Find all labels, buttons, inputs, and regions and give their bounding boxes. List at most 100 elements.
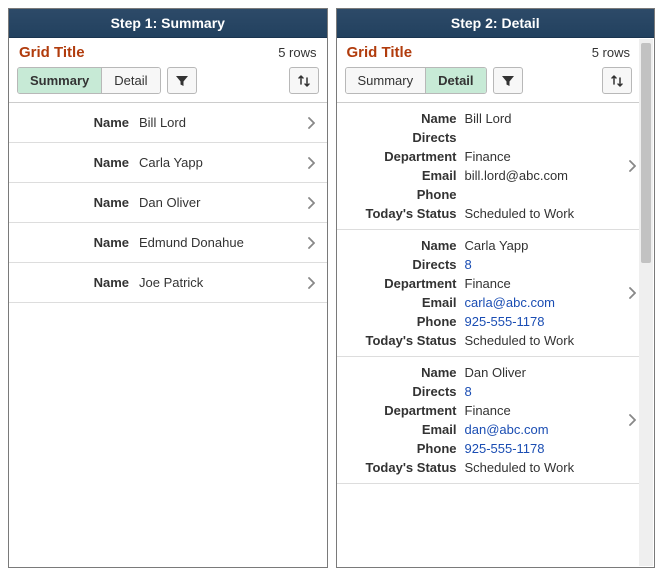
field: Emailcarla@abc.com [337,293,627,312]
field: Phone925-555-1178 [337,439,627,458]
field-label-email: Email [337,295,465,310]
field: Today's StatusScheduled to Work [337,204,627,223]
view-toggle: Summary Detail [17,67,161,94]
field-value-phone[interactable]: 925-555-1178 [465,314,627,329]
field-value-email: bill.lord@abc.com [465,168,627,183]
list-item[interactable]: NameCarla YappDirects8DepartmentFinanceE… [337,230,641,357]
list-item[interactable]: NameCarla Yapp [9,143,327,183]
field: DepartmentFinance [337,401,627,420]
detail-fields: NameBill LordDirectsDepartmentFinanceEma… [337,109,627,223]
chevron-right-icon [305,117,317,129]
row-count: 5 rows [278,45,316,60]
list-item[interactable]: NameEdmund Donahue [9,223,327,263]
field-label-phone: Phone [337,441,465,456]
summary-list: NameBill LordNameCarla YappNameDan Olive… [9,103,327,567]
field-value-status: Scheduled to Work [465,333,627,348]
field-label-directs: Directs [337,130,465,145]
list-item[interactable]: NameBill Lord [9,103,327,143]
field-label-name: Name [19,195,139,210]
scrollbar-thumb[interactable] [641,43,651,263]
list-item[interactable]: NameBill LordDirectsDepartmentFinanceEma… [337,103,641,230]
field: Phone925-555-1178 [337,312,627,331]
chevron-right-icon [305,157,317,169]
tab-detail[interactable]: Detail [425,68,485,93]
toolbar: Summary Detail [9,63,327,103]
field-label-status: Today's Status [337,333,465,348]
row-count: 5 rows [592,45,630,60]
field-value-directs[interactable]: 8 [465,384,627,399]
field: Directs8 [337,255,627,274]
detail-list: NameBill LordDirectsDepartmentFinanceEma… [337,103,641,567]
field-value-directs[interactable]: 8 [465,257,627,272]
sort-icon [610,74,624,88]
field: Today's StatusScheduled to Work [337,331,627,350]
field-label-name: Name [19,235,139,250]
panel-summary-header: Step 1: Summary [9,9,327,38]
field-value-name: Bill Lord [465,111,627,126]
field-value-name: Carla Yapp [465,238,627,253]
field-value-department: Finance [465,276,627,291]
chevron-right-icon [305,277,317,289]
field: DepartmentFinance [337,147,627,166]
field-label-name: Name [337,111,465,126]
sort-icon [297,74,311,88]
field-value-name: Joe Patrick [139,275,305,290]
field: Phone [337,185,627,204]
filter-button[interactable] [167,67,197,94]
scrollbar[interactable] [639,39,653,566]
chevron-right-icon [305,237,317,249]
field-label-status: Today's Status [337,206,465,221]
field-value-name: Edmund Donahue [139,235,305,250]
sort-button[interactable] [289,67,319,94]
field-value-phone[interactable]: 925-555-1178 [465,441,627,456]
field-value-name: Carla Yapp [139,155,305,170]
grid-title: Grid Title [347,44,413,61]
panel-detail-header: Step 2: Detail [337,9,655,38]
field-value-name: Dan Oliver [465,365,627,380]
panel-detail: Step 2: Detail Grid Title 5 rows Summary… [336,8,656,568]
list-item[interactable]: NameJoe Patrick [9,263,327,303]
field: DepartmentFinance [337,274,627,293]
toolbar: Summary Detail [337,63,641,103]
field-label-email: Email [337,422,465,437]
field-label-department: Department [337,149,465,164]
filter-icon [501,74,515,88]
field-value-status: Scheduled to Work [465,206,627,221]
field: NameCarla Yapp [337,236,627,255]
list-item[interactable]: NameDan OliverDirects8DepartmentFinanceE… [337,357,641,484]
filter-icon [175,74,189,88]
field: Directs8 [337,382,627,401]
field: Emaildan@abc.com [337,420,627,439]
chevron-right-icon [626,160,638,172]
sort-button[interactable] [602,67,632,94]
field: NameBill Lord [337,109,627,128]
subheader: Grid Title 5 rows [337,38,641,63]
tab-summary[interactable]: Summary [18,68,101,93]
field-value-department: Finance [465,403,627,418]
field-label-directs: Directs [337,257,465,272]
field-label-name: Name [19,155,139,170]
field-label-department: Department [337,403,465,418]
field-value-name: Bill Lord [139,115,305,130]
detail-fields: NameCarla YappDirects8DepartmentFinanceE… [337,236,627,350]
field-value-email[interactable]: carla@abc.com [465,295,627,310]
field: Today's StatusScheduled to Work [337,458,627,477]
list-item[interactable]: NameDan Oliver [9,183,327,223]
field-label-name: Name [337,365,465,380]
tab-detail[interactable]: Detail [101,68,159,93]
detail-fields: NameDan OliverDirects8DepartmentFinanceE… [337,363,627,477]
field-label-phone: Phone [337,314,465,329]
field-value-email[interactable]: dan@abc.com [465,422,627,437]
field-label-phone: Phone [337,187,465,202]
field: NameDan Oliver [337,363,627,382]
panel-summary: Step 1: Summary Grid Title 5 rows Summar… [8,8,328,568]
filter-button[interactable] [493,67,523,94]
field: Directs [337,128,627,147]
subheader: Grid Title 5 rows [9,38,327,63]
field-label-name: Name [19,275,139,290]
field-label-directs: Directs [337,384,465,399]
chevron-right-icon [305,197,317,209]
field-label-name: Name [337,238,465,253]
field: Emailbill.lord@abc.com [337,166,627,185]
tab-summary[interactable]: Summary [346,68,426,93]
